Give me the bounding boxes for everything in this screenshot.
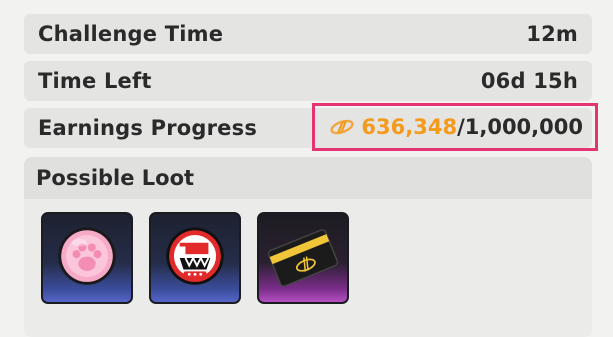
black-card-icon: [267, 229, 339, 287]
challenge-time-row: Challenge Time 12m: [24, 14, 592, 54]
loot-item-rpg-emblem[interactable]: [149, 212, 241, 304]
earnings-progress-label: Earnings Progress: [38, 116, 258, 140]
time-left-value: 06d 15h: [480, 69, 578, 93]
time-left-row: Time Left 06d 15h: [24, 61, 592, 101]
earnings-current-value: 636,348: [361, 115, 458, 139]
loot-item-paw-coin[interactable]: [41, 212, 133, 304]
possible-loot-title: Possible Loot: [24, 157, 592, 199]
time-left-label: Time Left: [38, 69, 152, 93]
earnings-progress-highlight: 636,348/1,000,000: [312, 103, 598, 151]
paw-coin-icon: [58, 227, 116, 285]
rpg-emblem-icon: [166, 227, 224, 285]
earnings-total-value: /1,000,000: [457, 115, 583, 139]
earnings-progress-row: Earnings Progress 636,348/1,000,000: [24, 103, 598, 151]
challenge-time-label: Challenge Time: [38, 22, 224, 46]
possible-loot-panel: Possible Loot: [24, 157, 592, 337]
currency-coin-icon: [329, 117, 355, 137]
challenge-time-value: 12m: [526, 22, 578, 46]
loot-item-black-card[interactable]: [257, 212, 349, 304]
